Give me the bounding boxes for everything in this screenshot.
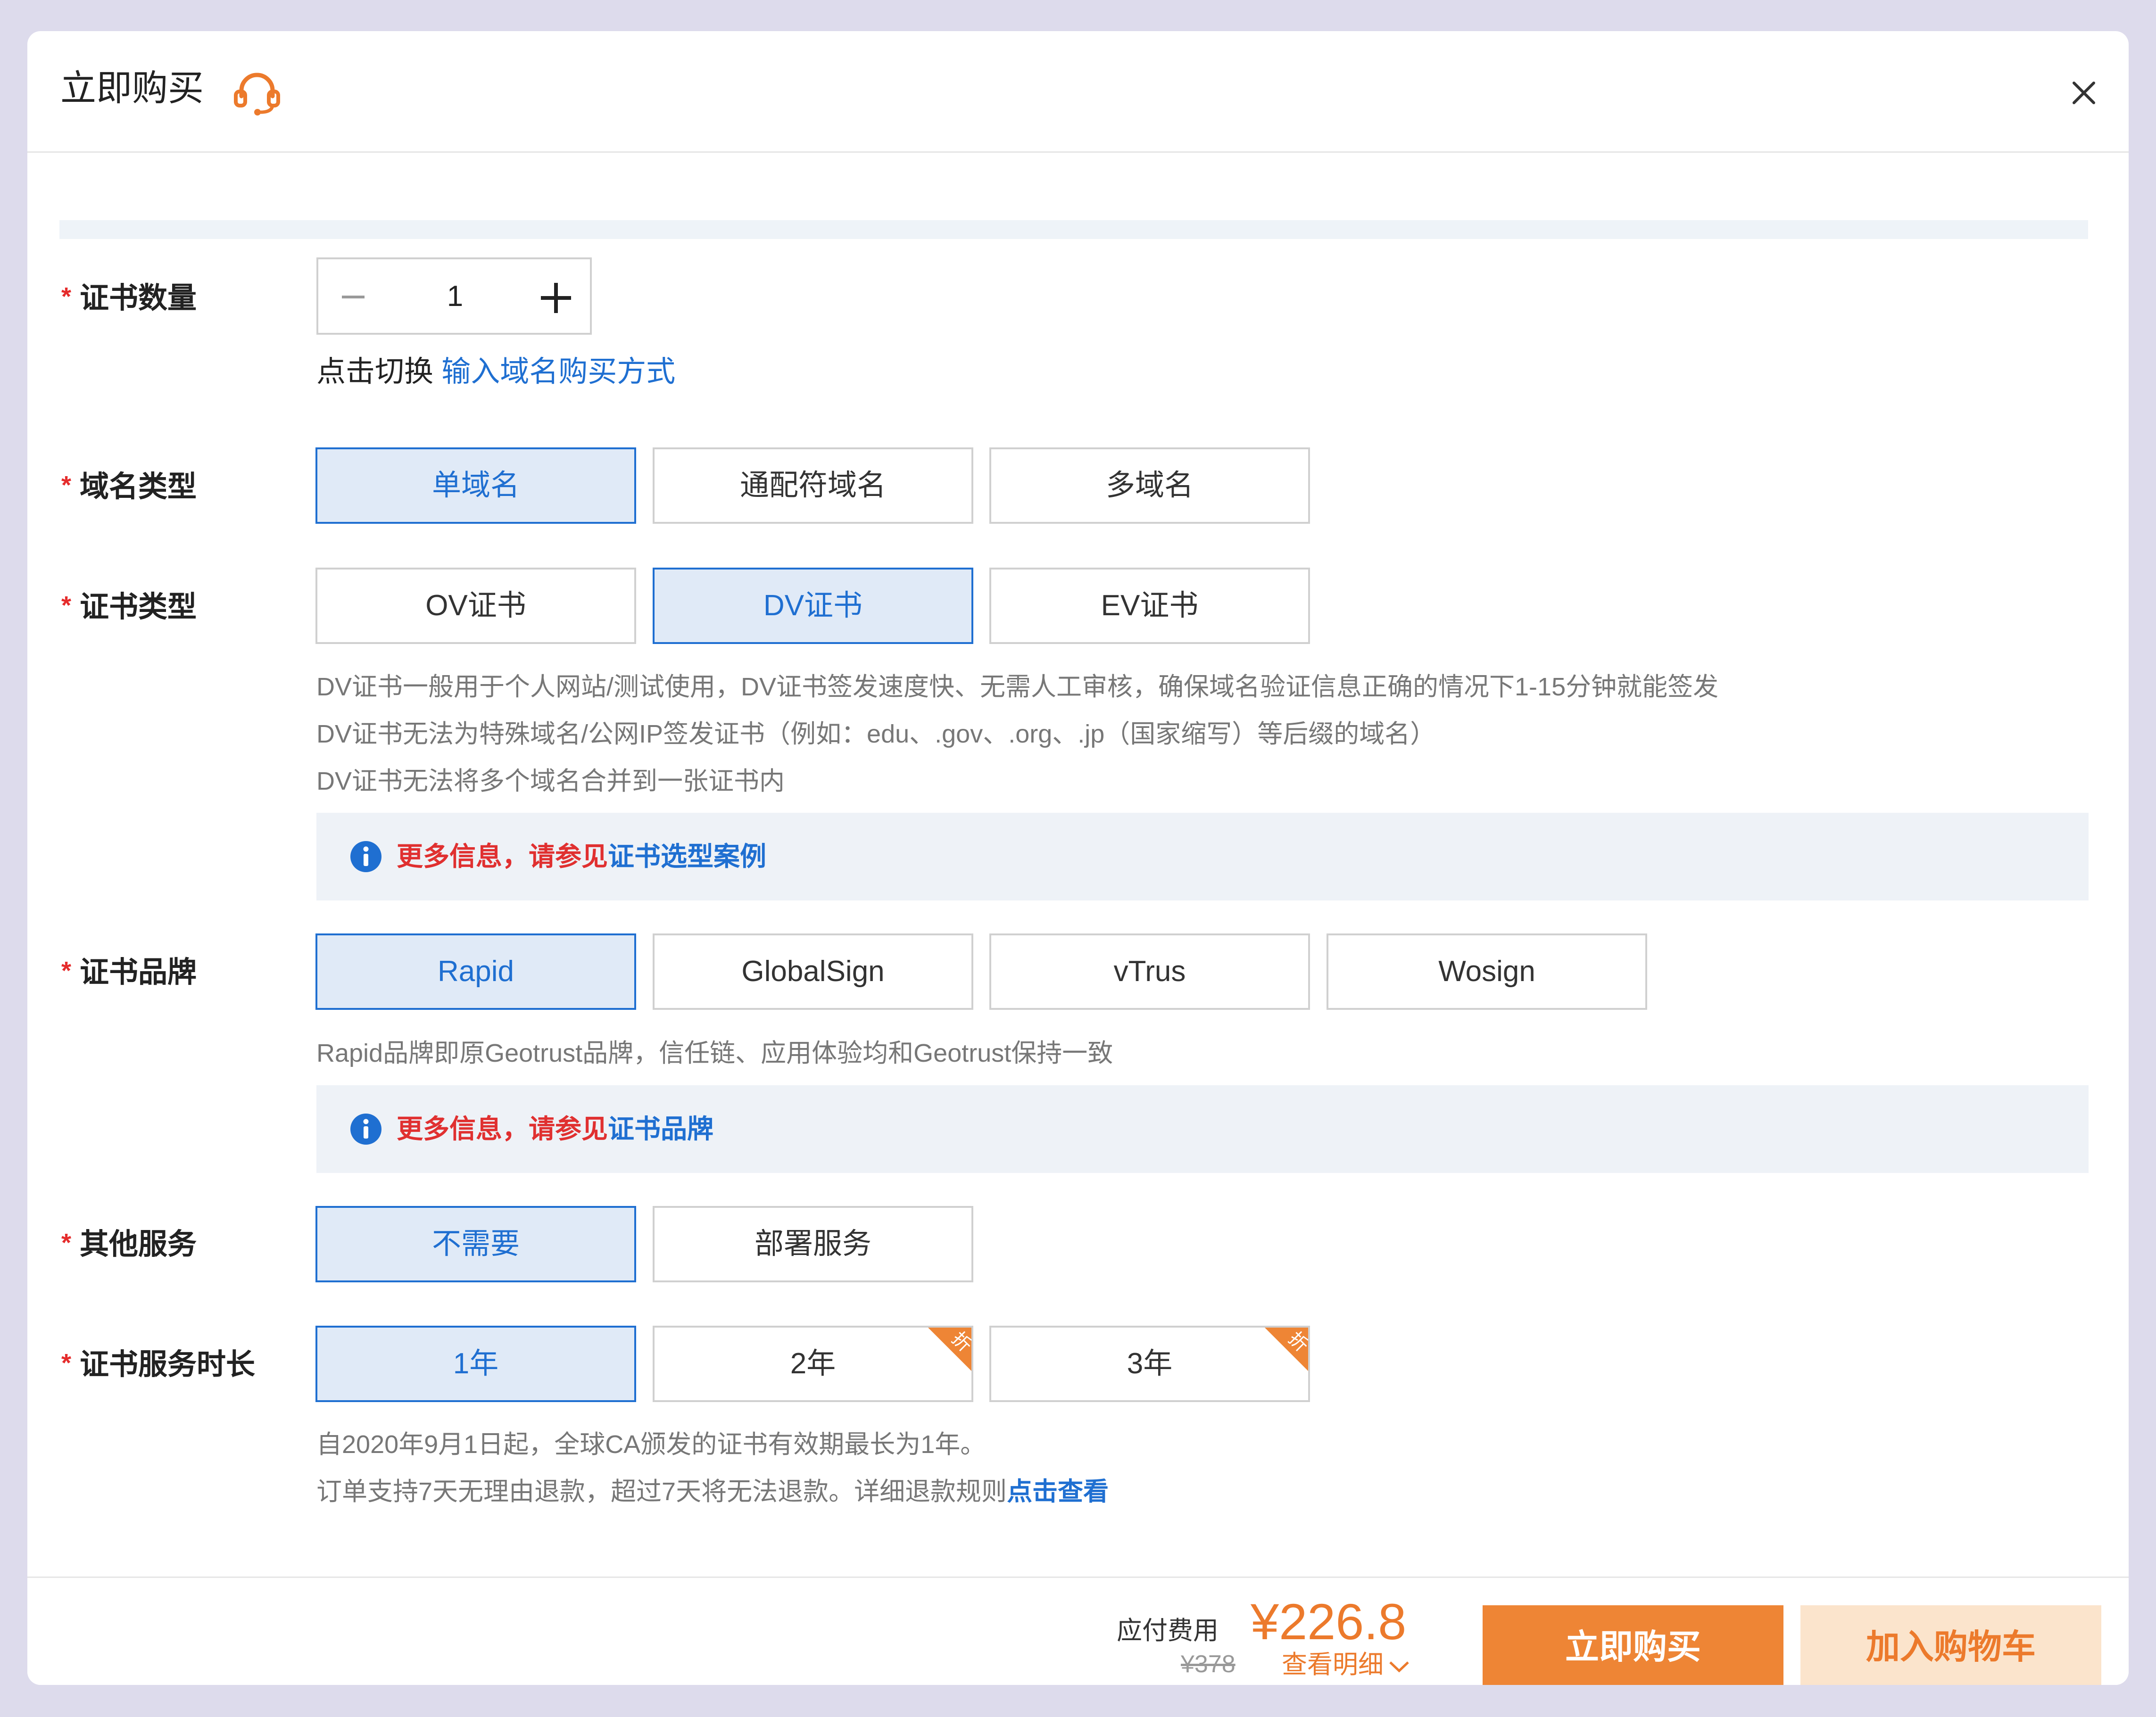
chevron-down-icon bbox=[1389, 1661, 1409, 1673]
dialog-body: * 证书数量 1 点击切换 输入域名购买方式 * 域名类型 单域名 通配符域名 多域… bbox=[27, 153, 2129, 1577]
cert-type-info-note: 更多信息，请参见证书选型案例 bbox=[316, 813, 2089, 900]
duration-2y-label: 2年 bbox=[790, 1347, 836, 1380]
quantity-value[interactable]: 1 bbox=[422, 275, 488, 318]
quantity-stepper: 1 bbox=[316, 257, 592, 335]
domain-type-label-text: 域名类型 bbox=[80, 471, 197, 503]
switch-mode-link[interactable]: 输入域名购买方式 bbox=[441, 355, 675, 388]
option-duration-2y[interactable]: 2年 折 bbox=[653, 1326, 973, 1402]
option-brand-vtrus[interactable]: vTrus bbox=[989, 933, 1310, 1010]
option-no-service[interactable]: 不需要 bbox=[315, 1206, 636, 1282]
cert-brand-link[interactable]: 证书品牌 bbox=[608, 1114, 713, 1144]
view-detail-text: 查看明细 bbox=[1282, 1651, 1384, 1679]
close-icon[interactable] bbox=[2067, 76, 2100, 109]
option-ev-cert[interactable]: EV证书 bbox=[989, 568, 1310, 644]
option-single-domain[interactable]: 单域名 bbox=[315, 447, 636, 524]
required-mark: * bbox=[61, 471, 72, 499]
option-multi-domain[interactable]: 多域名 bbox=[989, 447, 1310, 524]
switch-mode-text: 点击切换 输入域名购买方式 bbox=[316, 351, 675, 393]
cert-type-description-2: DV证书无法为特殊域名/公网IP签发证书（例如：edu、.gov、.org、.j… bbox=[316, 720, 1436, 748]
domain-type-label: * 域名类型 bbox=[61, 464, 197, 508]
option-dv-cert[interactable]: DV证书 bbox=[653, 568, 973, 644]
switch-mode-prefix: 点击切换 bbox=[316, 355, 434, 388]
minus-icon[interactable] bbox=[339, 283, 367, 311]
original-price: ¥378 bbox=[1181, 1651, 1236, 1678]
note-text: 更多信息，请参见证书选型案例 bbox=[397, 835, 766, 878]
add-to-cart-button[interactable]: 加入购物车 bbox=[1800, 1605, 2101, 1685]
duration-description-2: 订单支持7天无理由退款，超过7天将无法退款。详细退款规则点击查看 bbox=[316, 1473, 1109, 1511]
option-wildcard-domain[interactable]: 通配符域名 bbox=[653, 447, 973, 524]
duration-label: * 证书服务时长 bbox=[61, 1342, 255, 1386]
cert-selection-case-link[interactable]: 证书选型案例 bbox=[608, 842, 766, 871]
cert-type-label-text: 证书类型 bbox=[80, 591, 197, 623]
other-service-label: * 其他服务 bbox=[61, 1222, 197, 1266]
headset-icon[interactable] bbox=[231, 69, 283, 116]
required-mark: * bbox=[61, 1349, 72, 1377]
option-brand-rapid[interactable]: Rapid bbox=[315, 933, 636, 1010]
option-duration-3y[interactable]: 3年 折 bbox=[989, 1326, 1310, 1402]
purchase-dialog: 立即购买 * 证书数量 1 点击切换 输入域名购买方式 * 域名类型 单域名 通配符… bbox=[27, 31, 2129, 1685]
refund-policy-text: 订单支持7天无理由退款，超过7天将无法退款。详细退款规则 bbox=[316, 1478, 1007, 1506]
cert-type-description-1: DV证书一般用于个人网站/测试使用，DV证书签发速度快、无需人工审核，确保域名验… bbox=[316, 673, 1719, 701]
required-mark: * bbox=[61, 957, 72, 985]
buy-now-button[interactable]: 立即购买 bbox=[1483, 1605, 1783, 1685]
total-price: ¥226.8 bbox=[1251, 1593, 1407, 1650]
discount-badge: 折 bbox=[1265, 1328, 1308, 1371]
cert-type-label: * 证书类型 bbox=[61, 584, 197, 628]
option-brand-wosign[interactable]: Wosign bbox=[1327, 933, 1647, 1010]
dialog-footer: 应付费用 ¥378 ¥226.8 查看明细 立即购买 加入购物车 bbox=[27, 1577, 2129, 1685]
required-mark: * bbox=[61, 282, 72, 311]
top-divider-bar bbox=[59, 220, 2088, 239]
required-mark: * bbox=[61, 1229, 72, 1257]
note-text: 更多信息，请参见证书品牌 bbox=[397, 1108, 713, 1150]
info-icon bbox=[350, 1114, 381, 1145]
option-deploy-service[interactable]: 部署服务 bbox=[653, 1206, 973, 1282]
option-ov-cert[interactable]: OV证书 bbox=[315, 568, 636, 644]
option-brand-globalsign[interactable]: GlobalSign bbox=[653, 933, 973, 1010]
refund-policy-link[interactable]: 点击查看 bbox=[1007, 1478, 1109, 1506]
duration-label-text: 证书服务时长 bbox=[80, 1348, 256, 1381]
brand-label-text: 证书品牌 bbox=[80, 956, 197, 989]
fee-label: 应付费用 bbox=[1117, 1617, 1219, 1645]
brand-description: Rapid品牌即原Geotrust品牌，信任链、应用体验均和Geotrust保持… bbox=[316, 1039, 1113, 1067]
quantity-label-text: 证书数量 bbox=[80, 282, 197, 314]
brand-label: * 证书品牌 bbox=[61, 949, 197, 994]
view-detail-link[interactable]: 查看明细 bbox=[1282, 1647, 1410, 1683]
note-prefix: 更多信息，请参见 bbox=[397, 842, 608, 871]
info-icon bbox=[350, 841, 381, 872]
discount-badge: 折 bbox=[928, 1328, 971, 1371]
required-mark: * bbox=[61, 591, 72, 619]
duration-description-1: 自2020年9月1日起，全球CA颁发的证书有效期最长为1年。 bbox=[316, 1430, 986, 1459]
quantity-label: * 证书数量 bbox=[61, 275, 197, 320]
cert-type-description-3: DV证书无法将多个域名合并到一张证书内 bbox=[316, 767, 785, 795]
brand-info-note: 更多信息，请参见证书品牌 bbox=[316, 1085, 2089, 1173]
plus-icon[interactable] bbox=[538, 280, 574, 316]
option-duration-1y[interactable]: 1年 bbox=[315, 1326, 636, 1402]
other-service-label-text: 其他服务 bbox=[80, 1228, 197, 1261]
dialog-header: 立即购买 bbox=[27, 31, 2129, 153]
dialog-title: 立即购买 bbox=[60, 68, 204, 108]
note-prefix: 更多信息，请参见 bbox=[397, 1114, 608, 1144]
duration-3y-label: 3年 bbox=[1127, 1347, 1173, 1380]
